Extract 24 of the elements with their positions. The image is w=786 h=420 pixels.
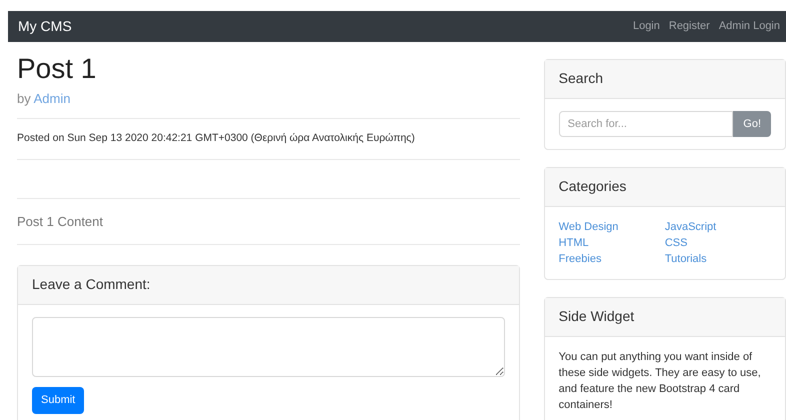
search-field[interactable]: Search for... — [558, 111, 734, 137]
card-title: Side Widget — [558, 308, 634, 324]
comment-field[interactable] — [32, 317, 505, 378]
card-title: Leave a Comment: — [32, 276, 150, 292]
category-link[interactable]: JavaScript — [664, 219, 771, 235]
category-link[interactable]: Freebies — [558, 251, 665, 267]
nav-link[interactable]: Admin Login — [718, 18, 780, 35]
widget-text: You can put anything you want inside of these side widgets. They are easy to use, and feature the new Bootstrap 4 card containers! — [558, 350, 762, 413]
go-button[interactable]: Go! — [733, 111, 771, 137]
posted-date: Posted on Sun Sep 13 2020 20:42:21 GMT+0300 (Θερινή ώρα Ανατολικής Ευρώπης) — [17, 131, 416, 146]
brand-link[interactable]: My CMS — [18, 16, 72, 37]
nav-link[interactable]: Register — [668, 18, 710, 35]
byline: by — [17, 91, 31, 106]
post-title: Post 1 — [17, 52, 98, 86]
author-link[interactable]: Admin — [34, 91, 70, 106]
category-link[interactable]: Tutorials — [664, 251, 771, 267]
category-link[interactable]: HTML — [558, 235, 665, 251]
category-link[interactable]: Web Design — [558, 219, 665, 235]
card-title: Categories — [558, 178, 626, 194]
submit-button[interactable]: Submit — [32, 387, 84, 414]
category-link[interactable]: CSS — [664, 235, 771, 251]
card-title: Search — [558, 70, 604, 86]
post-content: Post 1 Content — [17, 212, 104, 231]
nav-link[interactable]: Login — [632, 18, 660, 35]
